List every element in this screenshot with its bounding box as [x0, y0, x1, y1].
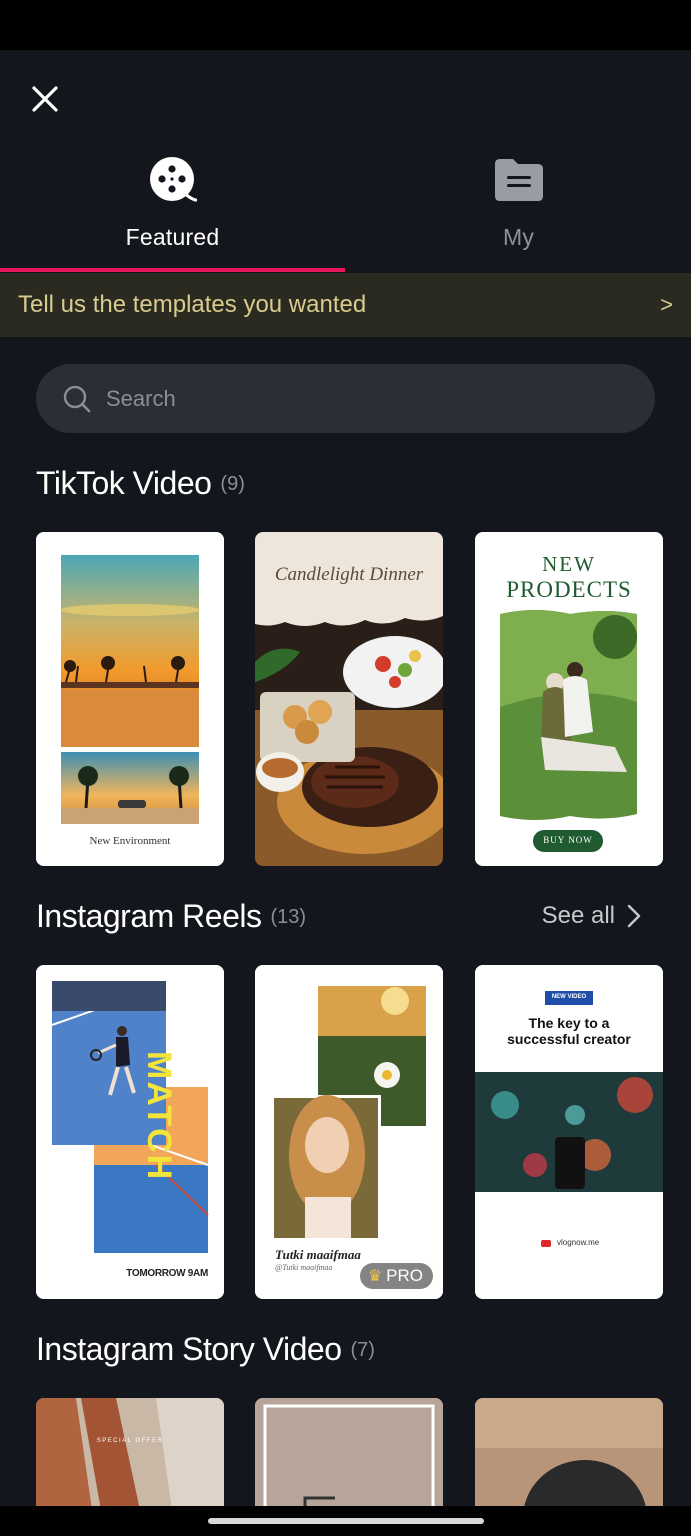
close-icon — [32, 86, 58, 112]
tab-my[interactable]: My — [346, 156, 691, 268]
template-thumbnail — [36, 965, 224, 1299]
pro-badge: ♛ PRO — [359, 1263, 433, 1289]
tab-my-label: My — [502, 224, 535, 250]
template-card-candlelight-dinner[interactable]: Candlelight Dinner — [255, 532, 443, 866]
template-card-tutki-maaifmaa[interactable]: Tutki maaifmaa @Tutki maaifmaa ♛ PRO — [255, 965, 443, 1299]
buy-now-label: BUY NOW — [543, 835, 593, 845]
chevron-right-icon: > — [660, 292, 673, 317]
section-count: (9) — [220, 473, 245, 495]
template-card-successful-creator[interactable]: NEW VIDEO The key to a successful creato… — [475, 965, 663, 1299]
search-bar[interactable] — [36, 364, 655, 433]
template-browser: Featured My Tell us the templates you wa… — [0, 50, 691, 1536]
card-heading-line2: PRODECTS — [506, 577, 632, 602]
tab-featured[interactable]: Featured — [0, 156, 345, 268]
chevron-right-icon — [627, 904, 641, 928]
template-thumbnail — [36, 532, 224, 866]
match-vertical-text: MATCH — [140, 1051, 178, 1182]
section-count: (13) — [270, 906, 307, 928]
section-count: (7) — [350, 1339, 375, 1361]
home-indicator[interactable] — [208, 1518, 484, 1524]
section-header-tiktok: TikTok Video (9) — [36, 458, 655, 508]
card-headline: The key to a successful creator — [507, 1015, 631, 1047]
card-caption: SPECIAL OFFER — [96, 1438, 164, 1444]
search-icon — [63, 385, 91, 412]
close-button[interactable] — [24, 78, 66, 120]
card-sub-caption: @Tutki maaifmaa — [275, 1263, 333, 1272]
section-title: TikTok Video — [36, 464, 212, 501]
tab-featured-label: Featured — [125, 224, 220, 250]
section-title: Instagram Reels — [36, 897, 262, 934]
section-header-instagram-reels: Instagram Reels (13) See all — [36, 891, 655, 941]
template-card-new-environment[interactable]: New Environment — [36, 532, 224, 866]
card-caption: Candlelight Dinner — [274, 564, 424, 585]
film-reel-icon — [149, 156, 197, 209]
template-card-new-prodects[interactable]: NEW PRODECTS BUY NOW — [475, 532, 663, 866]
section-title: Instagram Story Video — [36, 1330, 342, 1367]
status-bar — [0, 0, 691, 50]
see-all-label: See all — [541, 902, 615, 929]
section-header-instagram-story-video: Instagram Story Video (7) — [36, 1324, 655, 1374]
feedback-banner[interactable]: Tell us the templates you wanted > — [0, 273, 691, 337]
banner-text: Tell us the templates you wanted — [18, 291, 367, 318]
card-caption: Tutki maaifmaa — [275, 1247, 361, 1262]
active-tab-indicator — [0, 268, 345, 272]
template-card-match[interactable]: MATCH TOMORROW 9AM — [36, 965, 224, 1299]
pro-label: PRO — [386, 1266, 423, 1285]
card-heading: NEW PRODECTS — [475, 552, 663, 602]
card-footer: vlognow.me — [557, 1238, 600, 1247]
card-footer: TOMORROW 9AM — [126, 1268, 208, 1279]
folder-icon — [493, 156, 545, 207]
new-video-tag: NEW VIDEO — [551, 994, 587, 1000]
card-caption: New Environment — [89, 835, 171, 847]
crown-icon: ♛ — [367, 1268, 383, 1285]
search-input[interactable] — [106, 385, 626, 412]
see-all-button[interactable]: See all — [542, 891, 641, 941]
card-heading-line1: NEW — [542, 552, 596, 576]
